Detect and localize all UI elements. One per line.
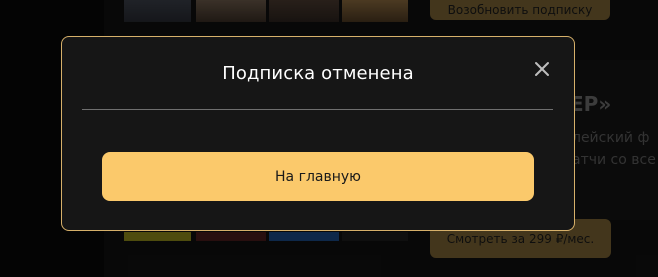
page: Возобновить подписку ЕР» лейский ф атчи …: [0, 0, 658, 277]
subscription-cancelled-dialog: Подписка отменена На главную: [61, 36, 575, 231]
dialog-title: Подписка отменена: [222, 63, 414, 84]
go-home-button[interactable]: На главную: [102, 152, 534, 201]
close-icon[interactable]: [532, 59, 552, 79]
dialog-divider: [82, 109, 553, 110]
